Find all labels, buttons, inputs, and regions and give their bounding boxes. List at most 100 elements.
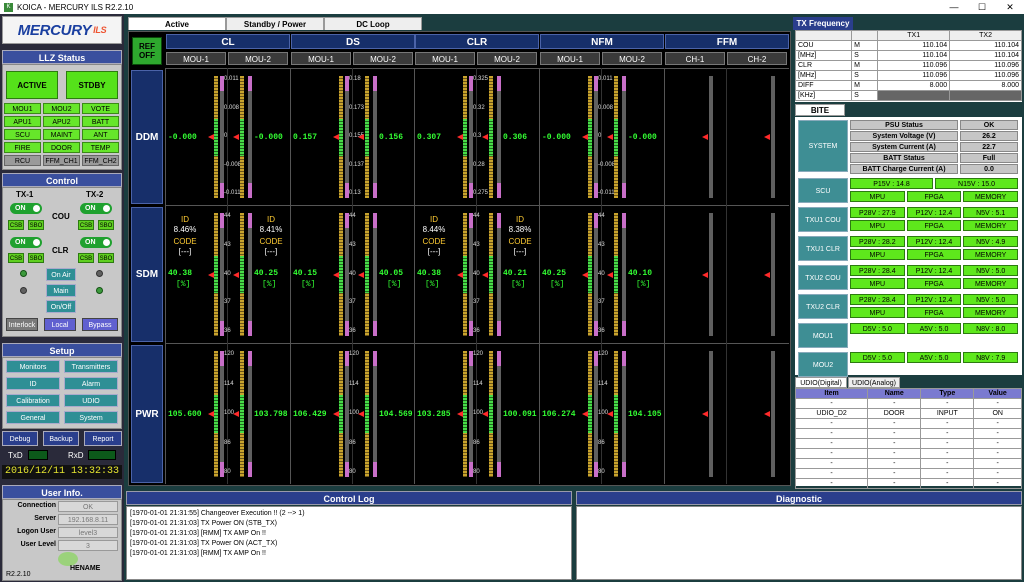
tx1-clr-csb-button[interactable]: CSB [8,253,24,263]
level-bar-inrange [614,395,618,433]
tx2-clr-csb-button[interactable]: CSB [78,253,94,263]
scale-tick-label: 40 [349,271,356,277]
tx1-clr-toggle[interactable]: ON [10,237,42,248]
on-air-button[interactable]: On Air [46,268,76,281]
local-button[interactable]: Local [44,318,76,331]
level-bar-inrange [365,256,369,293]
minimize-button[interactable]: — [940,2,968,12]
tx1-cou-csb-button[interactable]: CSB [8,220,24,230]
ffm-bar [709,76,713,198]
tx2-cou-sbo-button[interactable]: SBO [98,220,114,230]
bite-module-check: FPGA [906,220,962,231]
subheader-clr-mou-1: MOU-1 [415,52,475,65]
setup-calibration-button[interactable]: Calibration [6,394,60,407]
sdm-value: 40.05 [379,269,404,278]
ref-off-button[interactable]: REF OFF [132,37,162,65]
tx2-cou-csb-button[interactable]: CSB [78,220,94,230]
setup-monitors-button[interactable]: Monitors [6,360,60,373]
level-pointer-icon [208,134,214,140]
bite-module-label: TXU2 CLR [798,294,848,319]
subheader-nfm-mou-1: MOU-1 [540,52,600,65]
udio-header: Name [867,388,922,399]
bite-module-reading: A5V : 5.0 [906,352,962,363]
level-pointer-icon [482,411,488,417]
scale-tick-label: 114 [224,381,234,387]
setup-udio-button[interactable]: UDIO [64,394,118,407]
sdm-value: 40.25 [254,269,279,278]
tab-active[interactable]: Active [128,17,226,30]
scale-tick-label: 120 [349,351,360,357]
backup-button[interactable]: Backup [43,431,79,446]
udio-cell: - [867,438,922,449]
debug-button[interactable]: Debug [2,431,38,446]
scale-tick-label: 40 [473,271,480,277]
bite-system-value: Full [960,153,1018,163]
alarm-bar-mid [622,228,626,321]
bypass-button[interactable]: Bypass [82,318,118,331]
bite-module-reading: D5V : 5.0 [850,323,905,334]
scale-tick-label: 36 [473,328,480,334]
bite-system-value: 22.7 [960,142,1018,152]
level-pointer-icon [333,134,339,140]
maximize-button[interactable]: ☐ [968,2,996,13]
close-button[interactable]: ✕ [996,2,1024,13]
alarm-bar-mid [373,228,377,321]
udio-header: Type [920,388,975,399]
setup-id-button[interactable]: ID [6,377,60,390]
alarm-bar-top [622,213,626,228]
level-bar-inrange [240,256,244,293]
udio-cell: - [920,468,975,479]
log-line: [1970-01-01 21:31:03] TX Power ON (ACT_T… [130,540,278,547]
level-bar-inrange [463,119,467,156]
app-icon: K [4,2,13,12]
sdm-code-label: CODE [508,237,532,246]
ddm-value: -0.000 [168,133,197,142]
status-door: DOOR [43,142,80,153]
rxd-label: RxD [68,451,84,460]
level-bar-inrange [588,395,592,433]
scale-tick-label: 44 [349,213,356,219]
onoff-button[interactable]: On/Off [46,300,76,313]
window-title: KOICA - MERCURY ILS R2.2.10 [17,2,134,12]
sdm-code-value: [---] [427,247,441,256]
setup-transmitters-button[interactable]: Transmitters [64,360,118,373]
setup-general-button[interactable]: General [6,411,60,424]
bite-module-reading: P12V : 12.4 [906,236,962,247]
interlock-button[interactable]: Interlock [6,318,38,331]
tab-bite[interactable]: BITE [795,104,845,116]
subheader-ffm-ch-2: CH-2 [727,52,787,65]
udio-cell: - [794,398,869,409]
report-button[interactable]: Report [84,431,122,446]
tab-udio-digital[interactable]: UDIO(Digital) [795,377,847,388]
control-log-box[interactable]: [1970-01-01 21:31:55] Changeover Executi… [126,506,572,580]
tx2-clr-sbo-button[interactable]: SBO [98,253,114,263]
user-info-label: Connection [17,502,57,509]
tab-standby-power[interactable]: Standby / Power [226,17,324,30]
scale-tick-label: 114 [598,381,608,387]
setup-alarm-button[interactable]: Alarm [64,377,118,390]
udio-header: Value [973,388,1022,399]
level-pointer-icon [582,411,588,417]
tx-frequency-cell [877,90,951,101]
setup-system-button[interactable]: System [64,411,118,424]
main-button[interactable]: Main [46,284,76,297]
status-rcu: RCU [4,155,41,166]
level-bar-inrange [339,119,343,156]
level-bar-inrange [214,395,218,433]
tx-frequency-cell: 110.104 [877,40,951,51]
tx2-cou-toggle[interactable]: ON [80,203,112,214]
sdm-unit: [%] [636,280,651,289]
tx2-clr-toggle[interactable]: ON [80,237,112,248]
level-bar-inrange [463,256,467,293]
sdm-value: 40.15 [293,269,318,278]
tab-udio-analog[interactable]: UDIO(Analog) [848,377,900,388]
tx1-cou-sbo-button[interactable]: SBO [28,220,44,230]
row-label-pwr: PWR [131,345,163,483]
table-row: ---- [794,478,1022,489]
tab-dc-loop[interactable]: DC Loop [324,17,422,30]
udio-cell: - [920,428,975,439]
log-line: [1970-01-01 21:31:03] TX Power ON (STB_T… [130,520,277,527]
tx1-clr-sbo-button[interactable]: SBO [28,253,44,263]
diagnostic-box[interactable] [576,506,1022,580]
tx1-cou-toggle[interactable]: ON [10,203,42,214]
